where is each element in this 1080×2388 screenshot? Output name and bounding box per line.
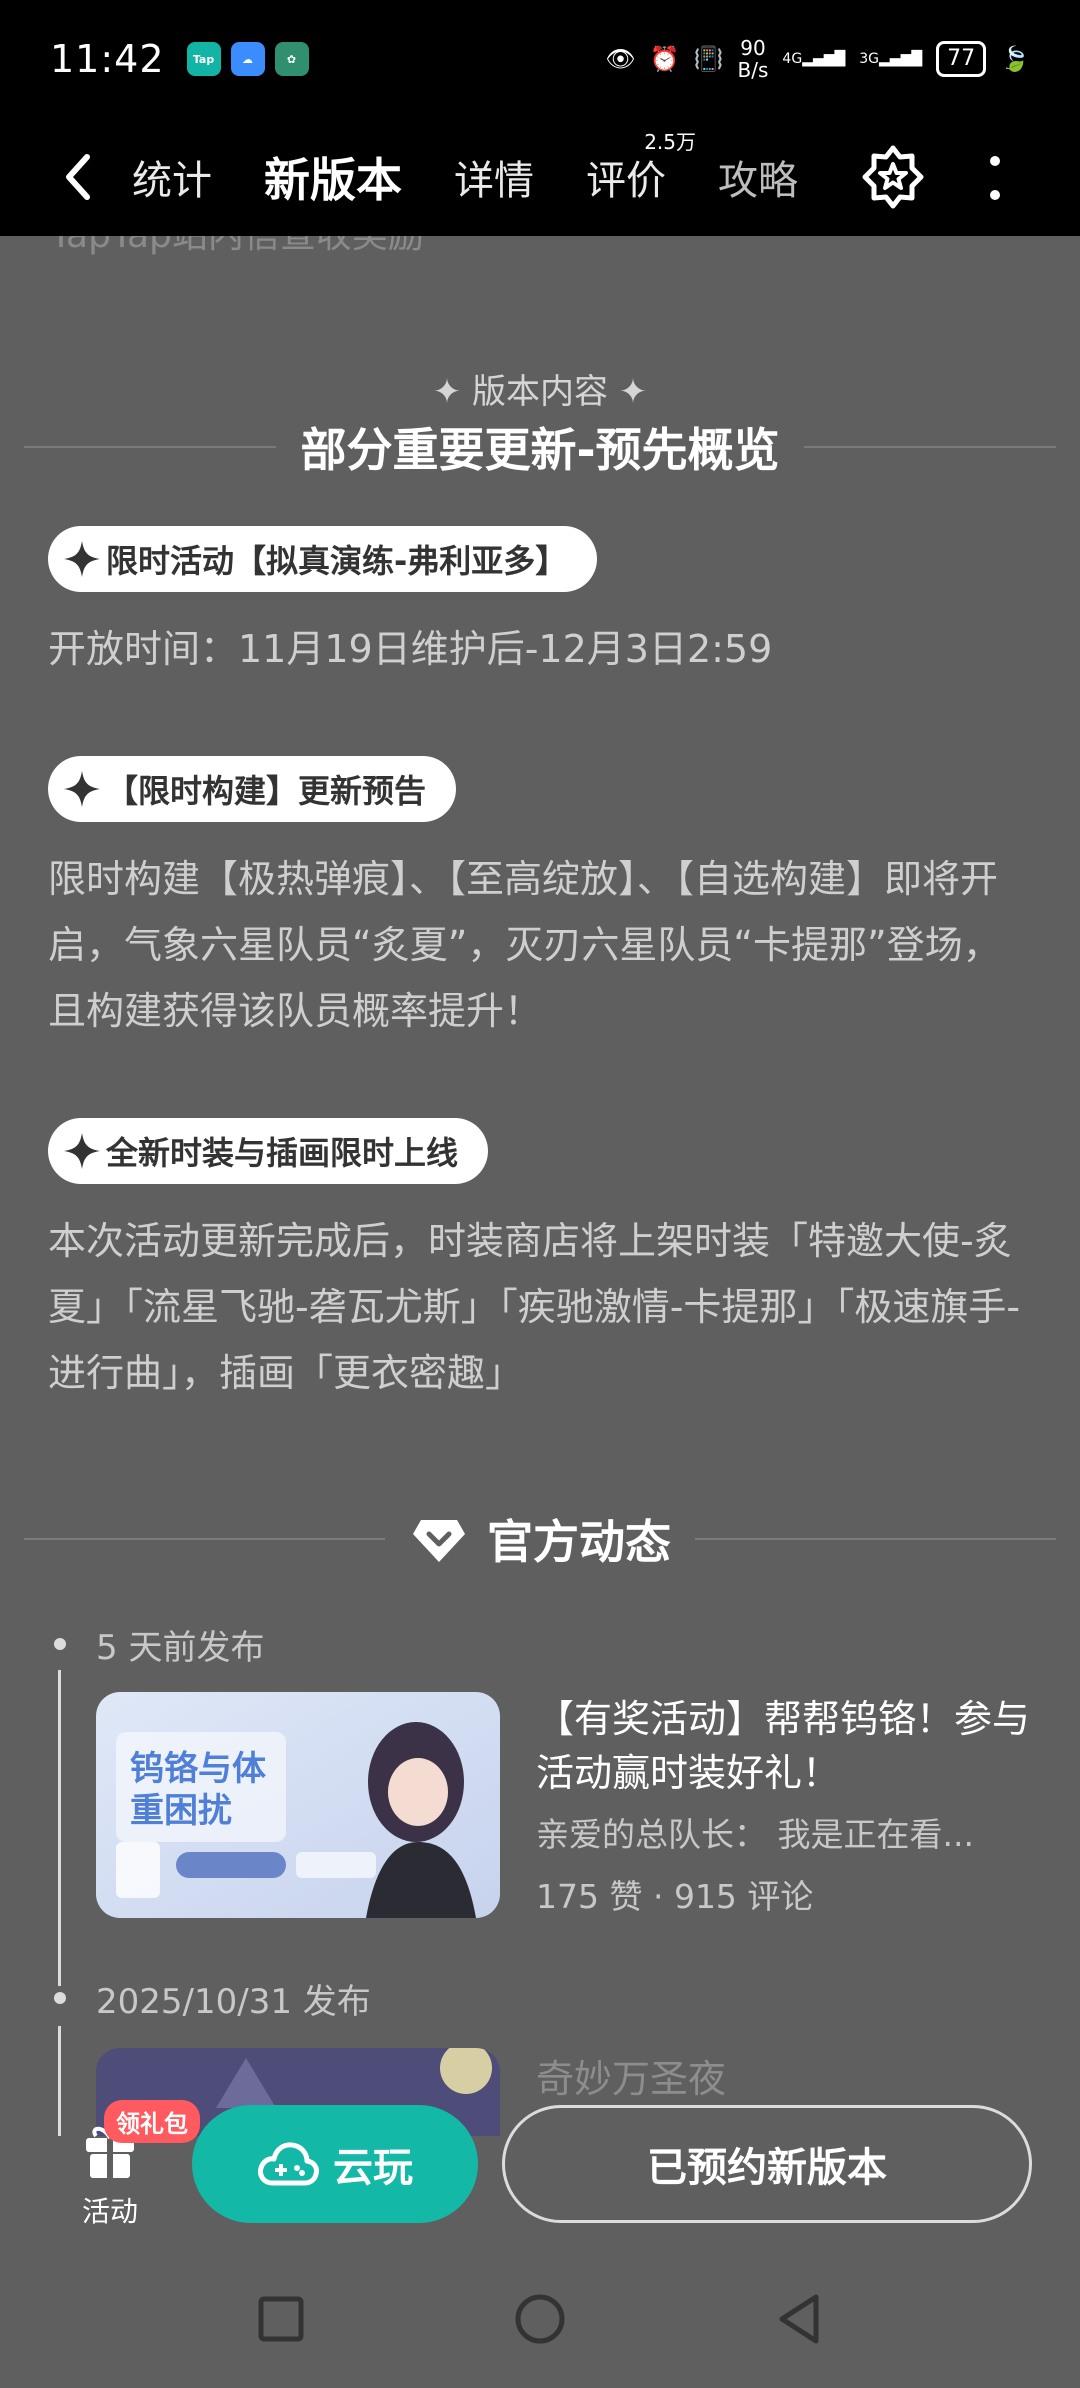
- recent-apps-button[interactable]: [258, 2296, 304, 2342]
- official-section-header: 官方动态: [0, 1506, 1080, 1572]
- reserved-new-version-button[interactable]: 已预约新版本: [502, 2105, 1032, 2223]
- alarm-icon: ⏰: [649, 45, 680, 73]
- top-nav: 统计 新版本 详情 评价 2.5万 攻略: [0, 118, 1080, 236]
- vibrate-icon: 📳: [693, 45, 724, 73]
- version-item-text: 开放时间：11月19日维护后-12月3日2:59: [48, 627, 773, 671]
- version-item-tag: 全新时装与插画限时上线: [48, 1118, 489, 1184]
- taptap-app-icon: Tap: [186, 42, 221, 76]
- timeline-dot: [54, 1992, 66, 2004]
- post-thumbnail[interactable]: 钨铬与体重困扰: [96, 1692, 500, 1918]
- thumbnail-caption: 钨铬与体重困扰: [130, 1749, 266, 1831]
- version-item-text: 本次活动更新完成后，时装商店将上架时装「特邀大使-炙夏」「流星飞驰-砻瓦尤斯」「…: [48, 1219, 1021, 1395]
- back-button[interactable]: [48, 147, 108, 207]
- network-speed: 90 B/s: [737, 36, 769, 82]
- battery-indicator: 77: [936, 41, 987, 77]
- system-navigation-bar: [0, 2250, 1080, 2388]
- version-item-tag: 限时活动【拟真演练-弗利亚多】: [48, 526, 598, 592]
- review-count-badge: 2.5万: [644, 130, 696, 154]
- leaf-icon: 🍃: [1000, 45, 1030, 73]
- status-indicators: 👁 ⏰ 📳 90 B/s 4G▂▄▆█ 3G▂▄▆█ 77 🍃: [605, 37, 1030, 81]
- tab-new-version[interactable]: 新版本: [256, 144, 410, 216]
- cloud-gamepad-icon: [258, 2142, 319, 2186]
- divider: [803, 446, 1056, 448]
- eye-icon: 👁: [605, 45, 636, 73]
- dot: [990, 190, 1000, 200]
- version-item-text: 限时构建【极热弹痕】、【至高绽放】、【自选构建】即将开启，气象六星队员“炙夏”，…: [48, 857, 1001, 1033]
- back-nav-button[interactable]: [776, 2293, 822, 2345]
- post-excerpt: 亲爱的总队长： 我是正在看...: [536, 1815, 974, 1854]
- status-app-icons: Tap ☁ ✿: [186, 42, 309, 76]
- timeline-dot: [54, 1638, 66, 1650]
- chevron-left-icon: [66, 154, 90, 200]
- signal-3g-icon: 3G▂▄▆█: [859, 51, 923, 67]
- game-app-icon: ✿: [274, 42, 309, 76]
- version-title: 部分重要更新-预先概览: [300, 423, 780, 477]
- tab-stats[interactable]: 统计: [132, 148, 212, 206]
- version-section-header: 部分重要更新-预先概览: [0, 414, 1080, 480]
- post-date: 5 天前发布: [96, 1628, 265, 1668]
- post-stats: 175 赞 · 915 评论: [536, 1877, 814, 1916]
- status-time: 11:42: [50, 37, 165, 81]
- content-area[interactable]: TapTap站内信查收奖励 ✦ 版本内容 ✦ 部分重要更新-预先概览 限时活动【…: [0, 236, 1080, 2136]
- post-title[interactable]: 【有奖活动】帮帮钨铬！参与活动赢时装好礼！: [536, 1692, 1036, 1800]
- signal-4g-icon: 4G▂▄▆█: [782, 51, 846, 67]
- dot: [990, 156, 1000, 166]
- tab-guides[interactable]: 攻略: [718, 148, 798, 206]
- star-badge-icon: [862, 145, 924, 209]
- divider: [24, 1538, 385, 1540]
- version-subtitle: ✦ 版本内容 ✦: [432, 372, 648, 412]
- gift-badge: 领礼包: [104, 2100, 200, 2143]
- bottom-action-bar: 活动 领礼包 云玩 已预约新版本: [0, 2100, 1080, 2230]
- heart-diamond-icon: [413, 1520, 465, 1562]
- sparkle-icon: [64, 771, 100, 807]
- tab-details[interactable]: 详情: [454, 148, 534, 206]
- cloud-play-button[interactable]: 云玩: [192, 2105, 478, 2223]
- tab-reviews[interactable]: 评价 2.5万: [586, 130, 696, 206]
- version-item-tag: 【限时构建】更新预告: [48, 756, 457, 822]
- sparkle-icon: [64, 541, 100, 577]
- more-menu-button[interactable]: [985, 148, 1005, 208]
- official-title: 官方动态: [487, 1515, 671, 1569]
- post-title[interactable]: 奇妙万圣夜: [536, 2048, 1036, 2103]
- favorite-button[interactable]: [860, 144, 926, 210]
- weather-app-icon: ☁: [230, 42, 265, 76]
- post-text: 【有奖活动】帮帮钨铬！参与活动赢时装好礼！ 亲爱的总队长： 我是正在看... 1…: [536, 1692, 1036, 1922]
- divider: [24, 446, 277, 448]
- home-button[interactable]: [514, 2293, 566, 2345]
- cut-off-text: TapTap站内信查收奖励: [50, 236, 424, 258]
- post-date: 2025/10/31 发布: [96, 1982, 371, 2022]
- timeline-line: [58, 1670, 61, 1986]
- activity-label: 活动: [81, 2195, 138, 2228]
- divider: [695, 1538, 1056, 1540]
- tab-list: 统计 新版本 详情 评价 2.5万 攻略: [132, 130, 850, 216]
- sparkle-icon: [64, 1133, 100, 1169]
- status-bar: 11:42 Tap ☁ ✿ 👁 ⏰ 📳 90 B/s 4G▂▄▆█ 3G▂▄▆█ …: [0, 0, 1080, 118]
- post-card[interactable]: 钨铬与体重困扰 【有奖活动】帮帮钨铬！参与活动赢时装好礼！ 亲爱的总队长： 我是…: [96, 1692, 1036, 1922]
